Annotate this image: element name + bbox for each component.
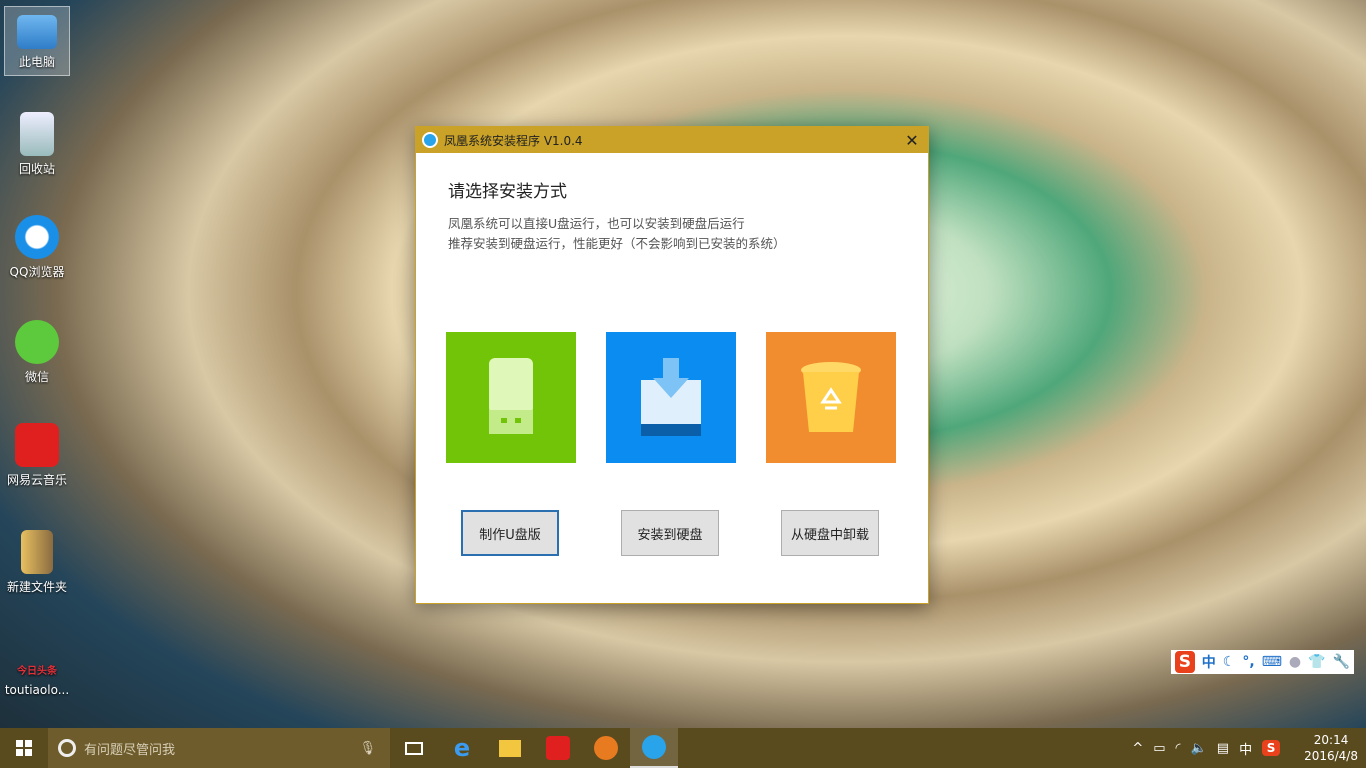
taskbar-netease-music[interactable] (534, 728, 582, 768)
close-button[interactable]: ✕ (896, 131, 928, 150)
search-box[interactable]: 有问题尽管问我 🎙 (48, 728, 390, 768)
phoenix-app-icon (642, 735, 666, 759)
dialog-title: 凤凰系统安装程序 V1.0.4 (444, 132, 583, 149)
taskbar-app-fox[interactable] (582, 728, 630, 768)
moon-icon[interactable]: ☾ (1223, 654, 1236, 670)
skin-shirt-icon[interactable]: 👕 (1308, 654, 1325, 670)
icon-label: 此电脑 (19, 55, 55, 69)
description-line-2: 推荐安装到硬盘运行，性能更好（不会影响到已安装的系统） (448, 233, 786, 252)
windows-logo-icon (16, 740, 32, 756)
microphone-icon[interactable]: 🎙 (359, 741, 376, 756)
usb-option-tile[interactable] (446, 332, 576, 463)
netease-music-icon (15, 423, 59, 467)
qq-browser-icon (15, 215, 59, 259)
cortana-icon (58, 739, 76, 757)
computer-icon (17, 15, 57, 49)
icon-label: 网易云音乐 (7, 473, 67, 487)
user-icon[interactable]: ● (1289, 654, 1301, 670)
install-to-disk-button[interactable]: 安装到硬盘 (621, 510, 719, 556)
input-language[interactable]: 中 (1239, 739, 1252, 758)
sogou-ime-toolbar[interactable]: S 中 ☾ °, ⌨ ● 👕 🔧 (1171, 650, 1354, 674)
icon-label: 回收站 (19, 162, 55, 176)
trash-can-icon (799, 358, 863, 438)
taskbar-file-explorer[interactable] (486, 728, 534, 768)
clock[interactable]: 20:14 2016/4/8 (1304, 732, 1358, 764)
sogou-tray-icon[interactable]: S (1262, 740, 1280, 756)
icon-label: 微信 (25, 370, 49, 384)
ime-mode-toggle[interactable]: 中 (1202, 652, 1216, 672)
desktop-icon-netease-music[interactable]: 网易云音乐 (4, 423, 70, 488)
icon-label: toutiaolo... (5, 683, 69, 697)
desktop-icon-wechat[interactable]: 微信 (4, 320, 70, 385)
recycle-bin-icon (20, 112, 54, 156)
wrench-icon[interactable]: 🔧 (1333, 654, 1350, 670)
desktop-icon-qq-browser[interactable]: QQ浏览器 (4, 215, 70, 280)
taskbar-phoenix-installer[interactable] (630, 728, 678, 768)
battery-icon[interactable]: ▭ (1153, 741, 1165, 756)
volume-icon[interactable]: 🔈 (1191, 741, 1207, 756)
wifi-icon[interactable]: ◜ (1176, 741, 1181, 756)
disk-download-icon (639, 358, 703, 438)
sogou-logo[interactable]: S (1175, 651, 1195, 673)
dialog-heading: 请选择安装方式 (448, 177, 567, 202)
action-center-icon[interactable]: ▤ (1217, 741, 1229, 756)
show-hidden-icons-button[interactable]: ^ (1132, 741, 1143, 756)
taskbar: 有问题尽管问我 🎙 e ^ ▭ ◜ 🔈 ▤ 中 S 20:14 2016/4/8 (0, 728, 1366, 768)
taskbar-edge[interactable]: e (438, 728, 486, 768)
edge-icon: e (454, 734, 470, 762)
installer-dialog: 凤凰系统安装程序 V1.0.4 ✕ 请选择安装方式 凤凰系统可以直接U盘运行，也… (415, 126, 929, 604)
start-button[interactable] (0, 728, 48, 768)
icon-label: QQ浏览器 (10, 265, 65, 279)
wechat-icon (15, 320, 59, 364)
task-view-button[interactable] (390, 728, 438, 768)
make-usb-button[interactable]: 制作U盘版 (461, 510, 559, 556)
install-disk-option-tile[interactable] (606, 332, 736, 463)
description-line-1: 凤凰系统可以直接U盘运行，也可以安装到硬盘后运行 (448, 213, 745, 232)
desktop-icon-this-pc[interactable]: 此电脑 (4, 6, 70, 76)
desktop-icon-new-folder[interactable]: 新建文件夹 (4, 530, 70, 595)
system-tray: ^ ▭ ◜ 🔈 ▤ 中 S 20:14 2016/4/8 (1132, 732, 1366, 764)
date: 2016/4/8 (1304, 748, 1358, 764)
icon-label: 新建文件夹 (7, 580, 67, 594)
desktop-icon-recycle-bin[interactable]: 回收站 (4, 112, 70, 177)
keyboard-icon[interactable]: ⌨ (1262, 654, 1282, 670)
netease-music-icon (546, 736, 570, 760)
punctuation-toggle[interactable]: °, (1242, 654, 1254, 670)
search-placeholder: 有问题尽管问我 (84, 739, 175, 758)
desktop-icon-toutiao[interactable]: 今日头条 toutiaolo... (4, 662, 70, 697)
title-bar[interactable]: 凤凰系统安装程序 V1.0.4 ✕ (416, 127, 928, 153)
app-fox-icon (594, 736, 618, 760)
task-view-icon (405, 742, 423, 755)
time: 20:14 (1304, 732, 1358, 748)
toutiao-logo: 今日头条 (4, 662, 70, 677)
uninstall-option-tile[interactable] (766, 332, 896, 463)
phoenix-app-icon (422, 132, 438, 148)
folder-icon (21, 530, 53, 574)
folder-icon (499, 740, 521, 757)
uninstall-from-disk-button[interactable]: 从硬盘中卸载 (781, 510, 879, 556)
usb-drive-icon (481, 358, 541, 438)
